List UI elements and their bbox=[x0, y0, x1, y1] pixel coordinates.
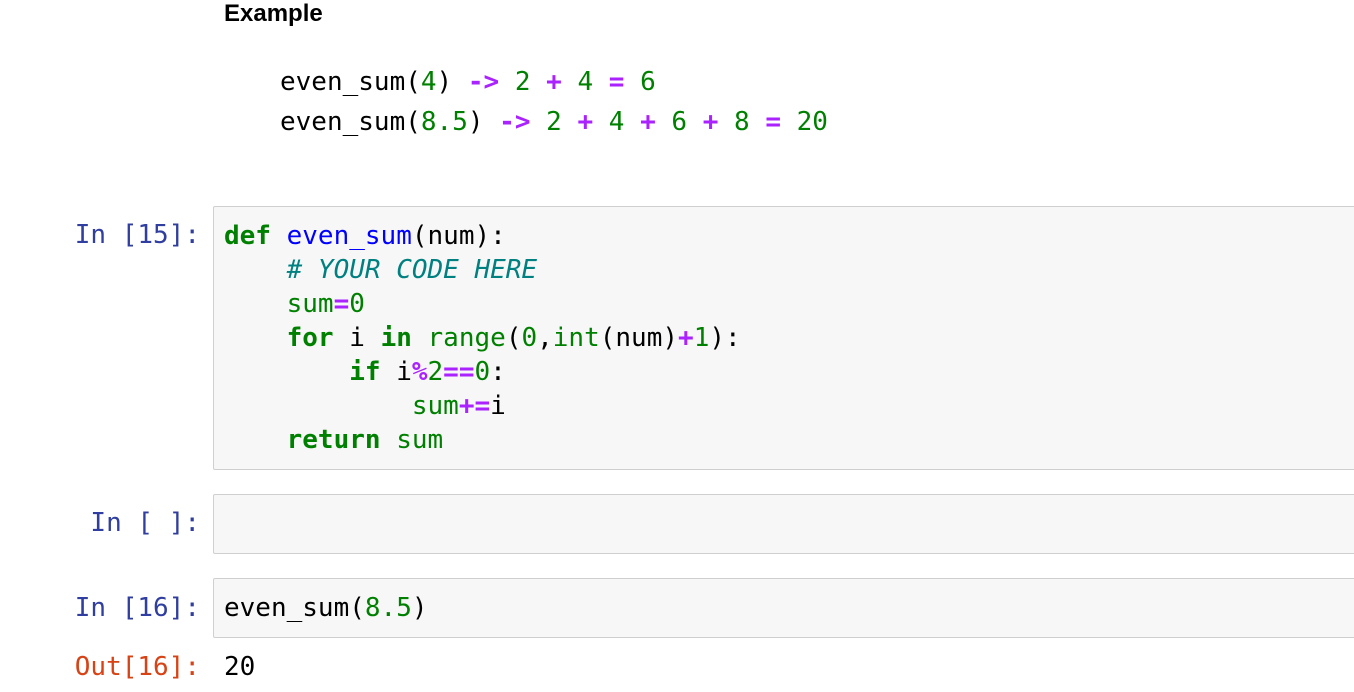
code-comment: # YOUR CODE HERE bbox=[286, 255, 538, 285]
code-line: if i%2==0: bbox=[349, 357, 506, 387]
code-line: return sum bbox=[286, 425, 444, 455]
code-editor-empty[interactable] bbox=[213, 494, 1354, 554]
code-text-15: def even_sum(num): # YOUR CODE HERE sum=… bbox=[224, 219, 741, 457]
example-line-1: even_sum(4) -> 2 + 4 = 6 bbox=[280, 67, 656, 97]
code-line: def even_sum(num): bbox=[224, 221, 506, 251]
code-line: sum=0 bbox=[286, 289, 365, 319]
input-prompt-16: In [16]: bbox=[74, 593, 200, 623]
code-editor-15[interactable]: def even_sum(num): # YOUR CODE HERE sum=… bbox=[213, 206, 1354, 470]
input-prompt-empty: In [ ]: bbox=[90, 508, 200, 538]
code-line: for i in range(0,int(num)+1): bbox=[286, 323, 741, 353]
output-text-16: 20 bbox=[224, 652, 256, 682]
output-prompt-16: Out[16]: bbox=[74, 652, 200, 682]
example-code-block: even_sum(4) -> 2 + 4 = 6 even_sum(8.5) -… bbox=[280, 62, 828, 142]
code-line: sum+=i bbox=[411, 391, 506, 421]
input-prompt-15: In [15]: bbox=[74, 220, 200, 250]
markdown-heading: Example bbox=[224, 0, 323, 27]
example-line-2: even_sum(8.5) -> 2 + 4 + 6 + 8 = 20 bbox=[280, 107, 828, 137]
code-text-16: even_sum(8.5) bbox=[224, 593, 428, 623]
code-editor-16[interactable]: even_sum(8.5) bbox=[213, 578, 1354, 638]
